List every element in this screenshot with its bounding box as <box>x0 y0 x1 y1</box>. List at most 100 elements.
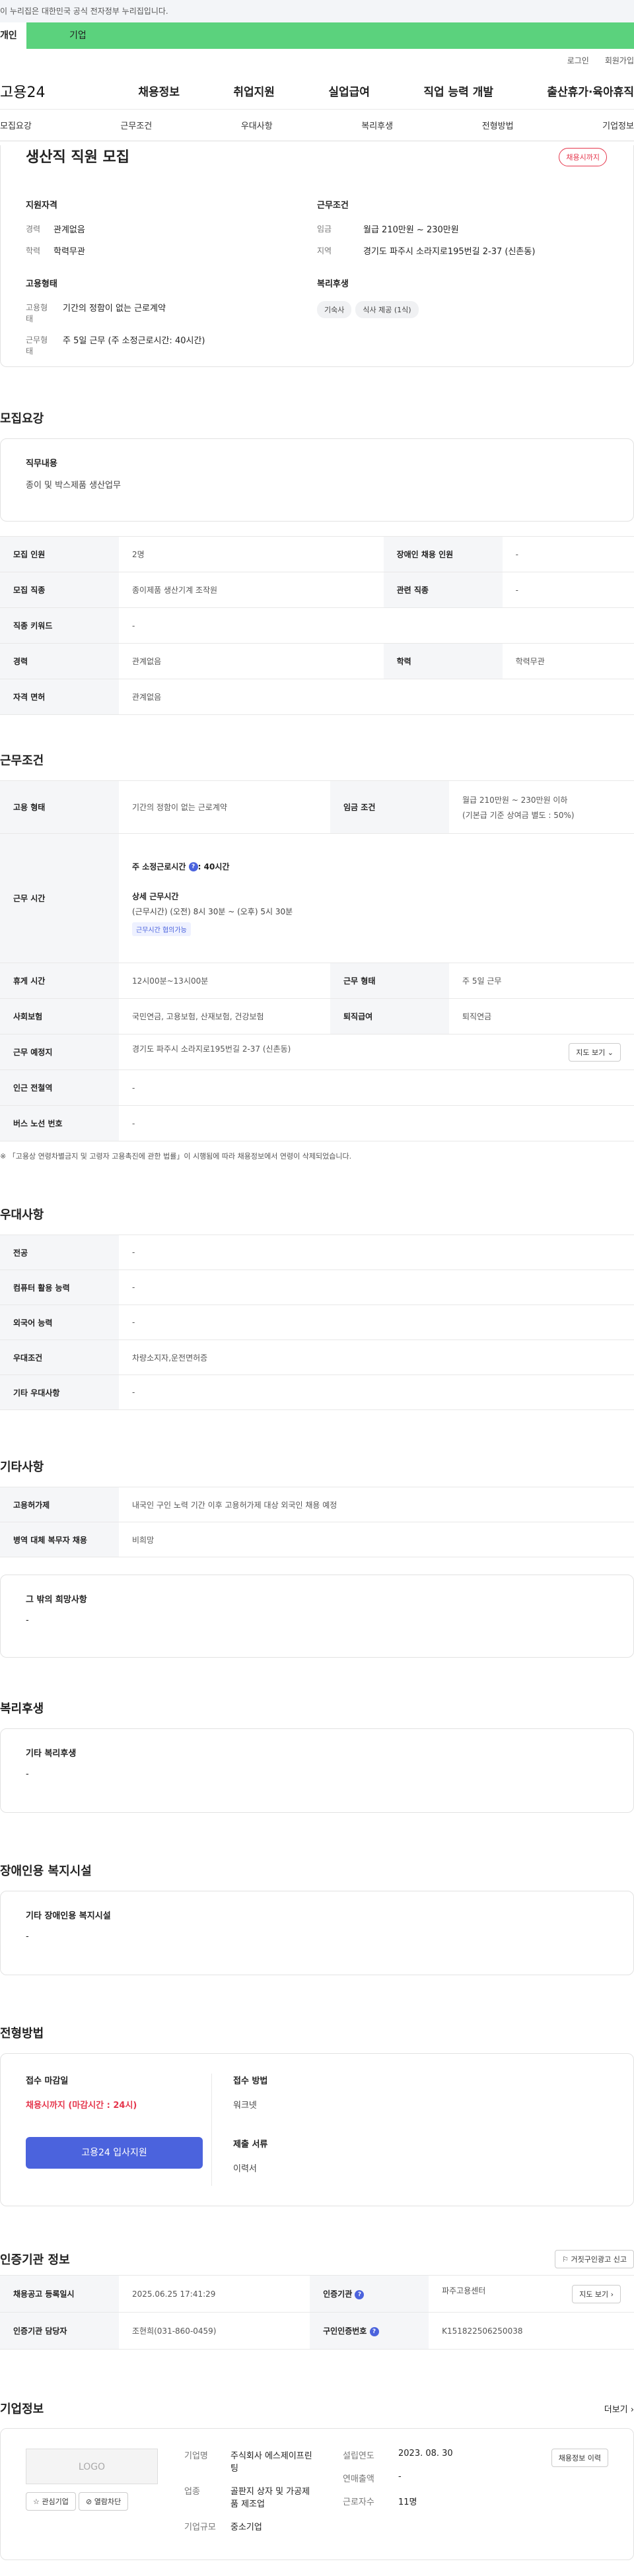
cell-value: - <box>119 1105 634 1141</box>
anchor-conditions[interactable]: 근무조건 <box>120 119 152 131</box>
anchor-process[interactable]: 전형방법 <box>482 119 514 131</box>
block-icon: ⊘ <box>86 2497 92 2506</box>
cell-value: 파주고용센터 지도 보기 › <box>429 2275 634 2313</box>
signup-link[interactable]: 회원가입 <box>605 56 634 65</box>
work-form-label: 근무형태 <box>26 335 48 356</box>
work-form-value: 주 5일 근무 (주 소정근로시간: 40시간) <box>63 336 205 346</box>
org-value: 파주고용센터 <box>442 2286 486 2295</box>
sales-label: 연매출액 <box>343 2474 374 2484</box>
anchor-company[interactable]: 기업정보 <box>602 119 634 131</box>
duty-value: 종이 및 박스제품 생산업무 <box>26 481 121 491</box>
detail-hours-label: 상세 근무시간 <box>132 891 179 901</box>
anchor-recruit[interactable]: 모집요강 <box>0 119 32 131</box>
cell-value: - <box>119 1305 634 1340</box>
table-row: 우대조건 차량소지자,운전면허증 <box>0 1339 634 1375</box>
etc-section-title: 기타사항 <box>0 1460 44 1474</box>
report-icon: ⚐ <box>562 2255 569 2264</box>
company-more-label: 더보기 <box>604 2404 628 2415</box>
job-history-button[interactable]: 채용정보 이력 <box>551 2449 608 2467</box>
emp-type-label: 고용형태 <box>26 303 48 323</box>
cert-table: 채용공고 등록일시 2025.06.25 17:41:29 인증기관 ? 파주고용센터… <box>0 2275 634 2350</box>
gnb-menu-training[interactable]: 직업 능력 개발 <box>423 83 493 99</box>
recruit-table: 모집 인원 2명 장애인 채용 인원 - 모집 직종 종이제품 생산기계 조작원 관련 직… <box>0 536 634 715</box>
disabled-label: 기타 장애인용 복지시설 <box>26 1911 111 1921</box>
company-more-link[interactable]: 더보기 › <box>604 2402 634 2415</box>
cell-label: 고용 형태 <box>0 780 119 834</box>
table-row: 인증기관 담당자 조현희(031-860-0459) 구인인증번호 ? K151822… <box>0 2312 634 2350</box>
cell-label: 채용공고 등록일시 <box>0 2275 119 2313</box>
cell-label: 근무 시간 <box>0 833 119 963</box>
chevron-right-icon: › <box>610 2289 614 2299</box>
cell-value: 퇴직연금 <box>449 998 634 1034</box>
cell-value: - <box>502 572 634 608</box>
preference-section-title: 우대사항 <box>0 1208 44 1222</box>
cell-label: 전공 <box>0 1235 119 1270</box>
table-row: 채용공고 등록일시 2025.06.25 17:41:29 인증기관 ? 파주고용센터… <box>0 2275 634 2313</box>
cell-label: 모집 직종 <box>0 572 119 608</box>
map-button-label: 지도 보기 <box>576 1048 606 1057</box>
cond-title: 근무조건 <box>317 201 349 211</box>
cell-value: 내국인 구인 노력 기간 이후 고용허가제 대상 외국인 채용 예정 <box>119 1487 634 1522</box>
industry-value: 골판지 상자 및 가공제품 제조업 <box>230 2487 310 2509</box>
deadline-badge: 채용시까지 <box>559 148 607 166</box>
emp-title: 고용형태 <box>26 279 57 289</box>
login-link[interactable]: 로그인 <box>567 56 589 65</box>
util-links: 로그인 회원가입 <box>0 49 634 73</box>
block-button[interactable]: ⊘ 열람차단 <box>79 2492 129 2511</box>
process-section-title: 전형방법 <box>0 2027 44 2041</box>
conditions-table: 고용 형태 기간의 정함이 없는 근로계약 임금 조건 월급 210만원 ~ 2… <box>0 780 634 1141</box>
tab-personal[interactable]: 개인 <box>0 22 26 49</box>
company-size-value: 중소기업 <box>230 2523 262 2532</box>
cert-map-button[interactable]: 지도 보기 › <box>572 2284 621 2303</box>
cell-label: 인근 전철역 <box>0 1069 119 1106</box>
star-icon: ☆ <box>33 2497 40 2506</box>
anchor-preference[interactable]: 우대사항 <box>241 119 273 131</box>
cell-value: 관계없음 <box>119 643 384 679</box>
gnb-menu-jobs[interactable]: 채용정보 <box>138 83 180 99</box>
detail-hours-value: (근무시간) (오전) 8시 30분 ~ (오후) 5시 30분 <box>132 906 293 916</box>
gnb-menu-leave[interactable]: 출산휴가·육아휴직 <box>547 83 634 99</box>
map-button[interactable]: 지도 보기 ⌄ <box>569 1042 621 1062</box>
table-row: 컴퓨터 활용 능력 - <box>0 1270 634 1305</box>
table-row: 버스 노선 번호 - <box>0 1105 634 1141</box>
table-row: 병역 대체 복무자 채용 비희망 <box>0 1522 634 1557</box>
cell-label: 퇴직급여 <box>330 998 450 1034</box>
company-card: LOGO ☆ 관심기업 ⊘ 열람차단 기업명 주식회사 에스제이프린팅 업종 골판지… <box>0 2428 634 2560</box>
info-icon[interactable]: ? <box>188 862 198 871</box>
cell-label: 자격 면허 <box>0 679 119 715</box>
favorite-company-button[interactable]: ☆ 관심기업 <box>26 2492 76 2511</box>
qual-title: 지원자격 <box>26 201 57 211</box>
duty-card: 직무내용 종이 및 박스제품 생산업무 <box>0 438 634 522</box>
company-name-value: 주식회사 에스제이프린팅 <box>230 2451 312 2474</box>
wage-value: 월급 210만원 ~ 230만원 <box>363 225 459 235</box>
info-icon[interactable]: ? <box>355 2289 365 2299</box>
cell-label: 직종 키워드 <box>0 607 119 644</box>
cell-value: - <box>119 1069 634 1106</box>
apply-button[interactable]: 고용24 입사지원 <box>26 2137 203 2169</box>
table-row: 기타 우대사항 - <box>0 1374 634 1410</box>
cell-label: 외국어 능력 <box>0 1305 119 1340</box>
deadline-label: 접수 마감일 <box>26 2076 69 2086</box>
conditions-section-title: 근무조건 <box>0 754 44 768</box>
welfare-value: - <box>26 1769 29 1779</box>
user-type-tabs: 개인 기업 <box>0 22 634 49</box>
site-logo[interactable]: 고용24 <box>0 81 85 102</box>
report-button[interactable]: ⚐ 거짓구인광고 신고 <box>555 2250 634 2268</box>
gnb-menu-employment-support[interactable]: 취업지원 <box>233 83 275 99</box>
welfare-summary-title: 복리후생 <box>317 279 349 289</box>
gnb-menu-unemployment[interactable]: 실업급여 <box>328 83 370 99</box>
table-row: 경력 관계없음 학력 학력무관 <box>0 643 634 679</box>
global-nav: 고용24 채용정보 취업지원 실업급여 직업 능력 개발 출산휴가·육아휴직 <box>0 73 634 110</box>
info-icon[interactable]: ? <box>369 2326 379 2336</box>
cell-value: 학력무관 <box>502 643 634 679</box>
company-logo: LOGO <box>26 2449 158 2484</box>
founded-label: 설립연도 <box>343 2451 374 2461</box>
work-place-value: 경기도 파주시 소라지로195번길 2-37 (신촌동) <box>132 1044 291 1054</box>
cell-value: 종이제품 생산기계 조작원 <box>119 572 384 608</box>
disabled-card: 기타 장애인용 복지시설 - <box>0 1891 634 1975</box>
welfare-section-title: 복리후생 <box>0 1702 44 1716</box>
table-row: 직종 키워드 - <box>0 607 634 644</box>
cell-label: 휴게 시간 <box>0 963 119 999</box>
tab-company[interactable]: 기업 <box>26 22 634 49</box>
anchor-welfare[interactable]: 복리후생 <box>361 119 393 131</box>
